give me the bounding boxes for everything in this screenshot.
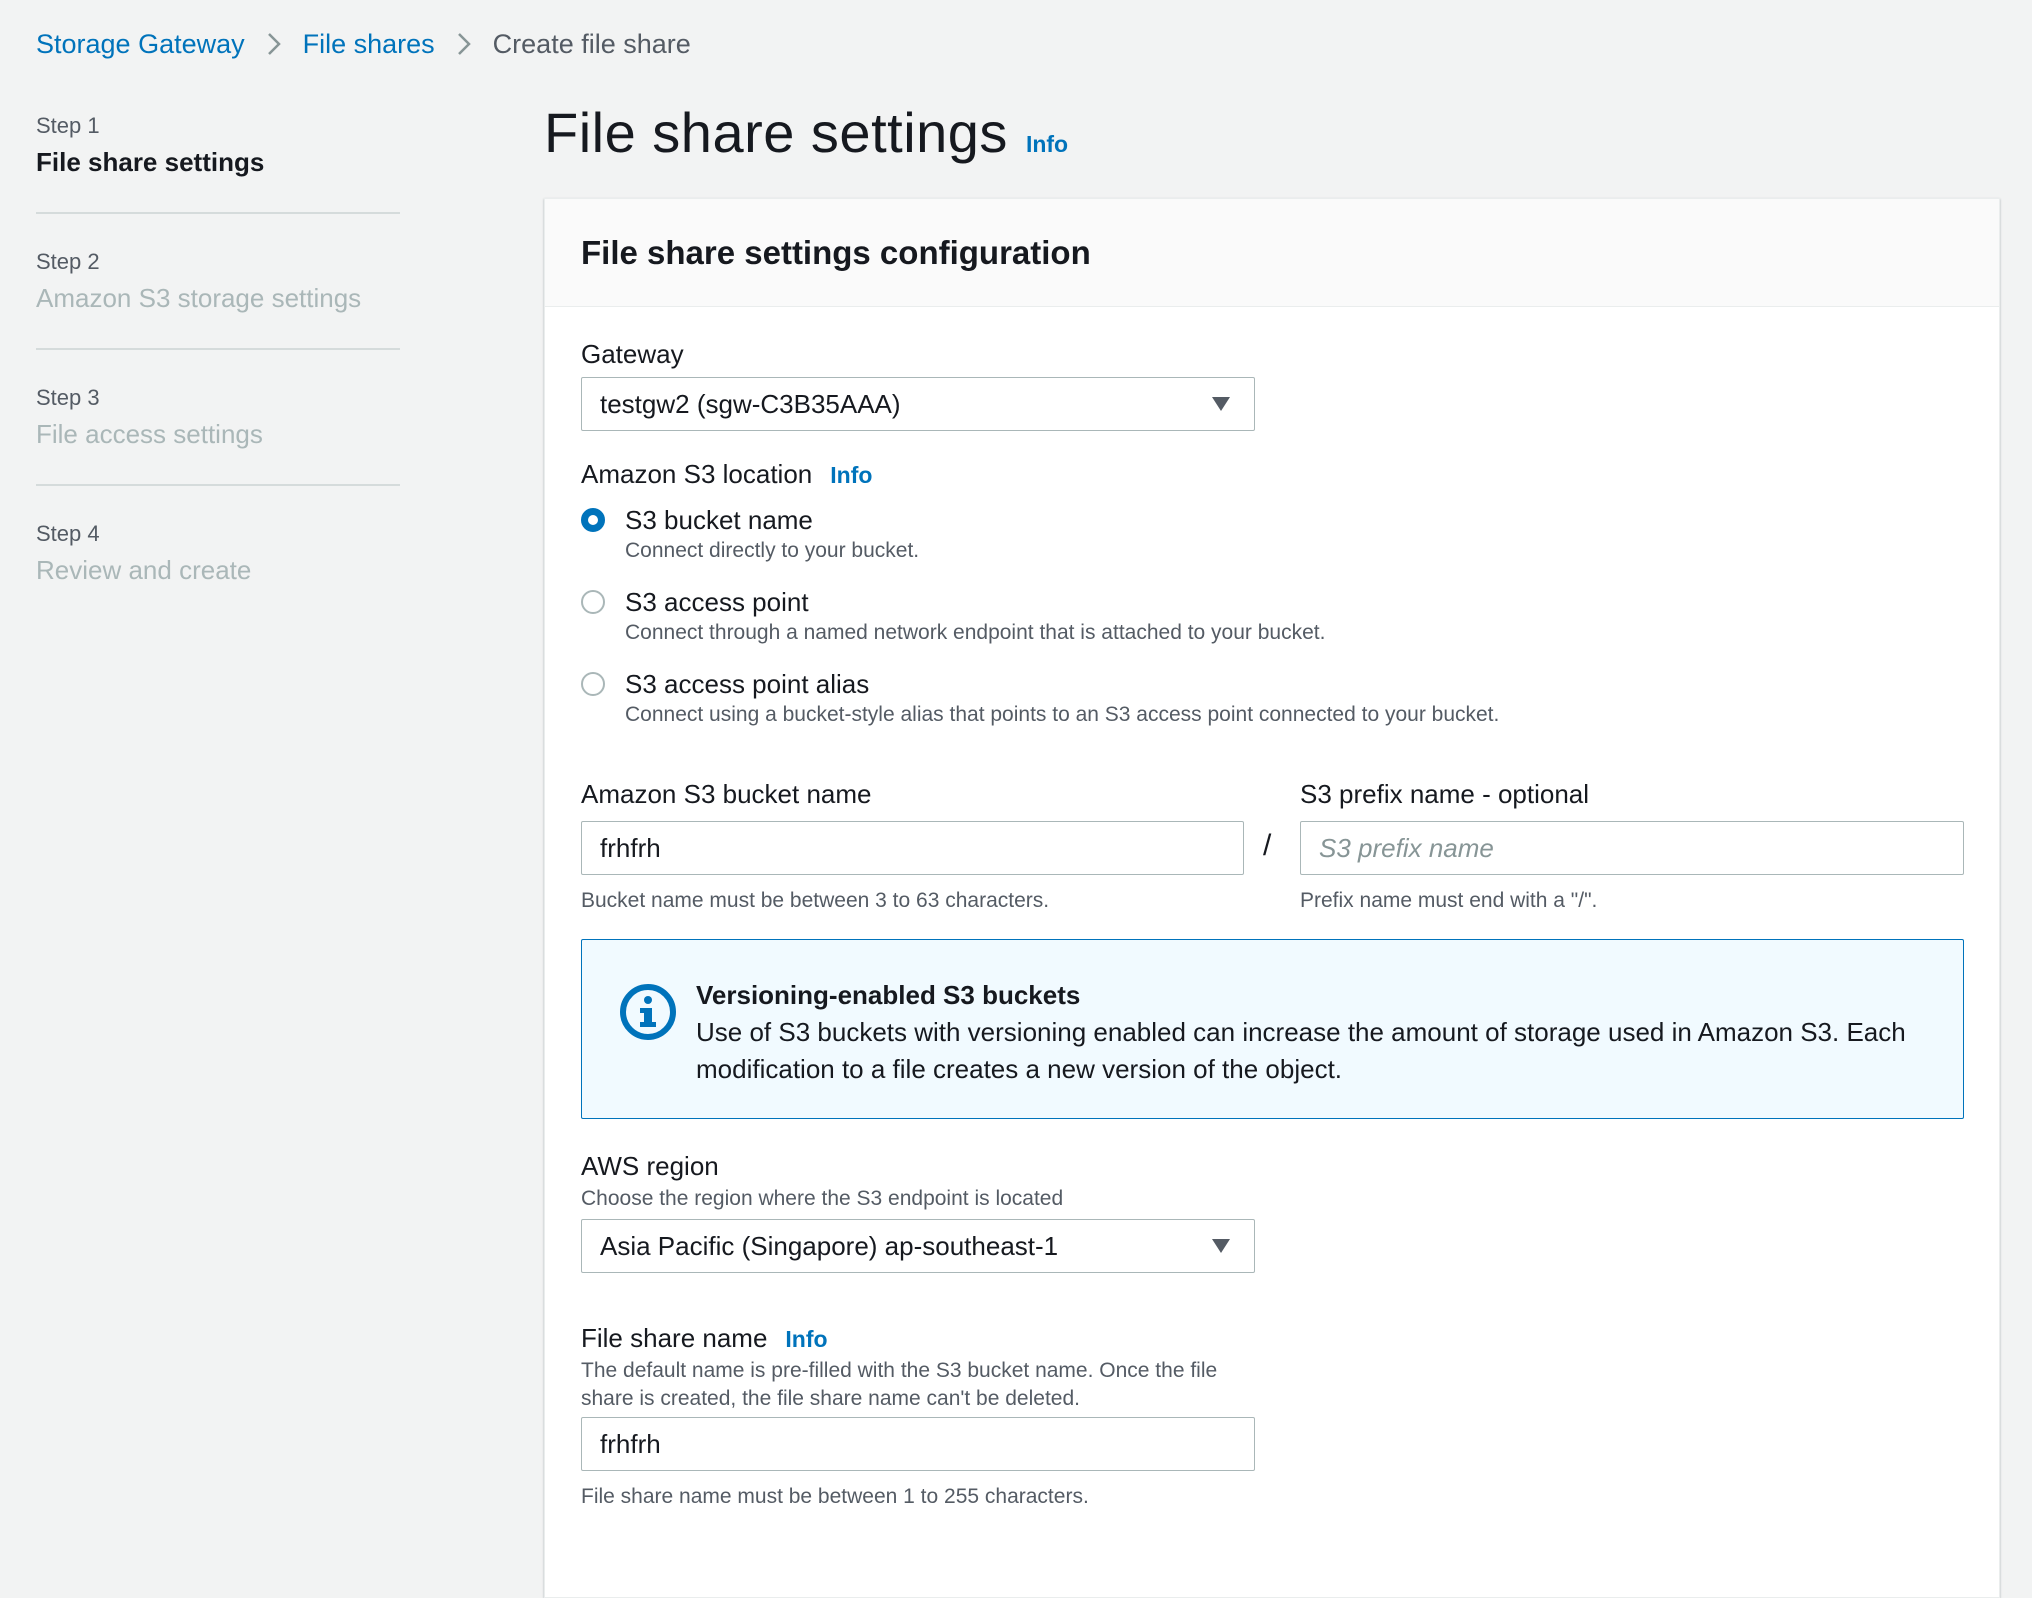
aws-region-select-value: Asia Pacific (Singapore) ap-southeast-1	[600, 1230, 1059, 1261]
settings-panel: File share settings configuration Gatewa…	[544, 198, 2000, 1598]
step-number: Step 3	[36, 385, 100, 410]
step-number: Step 1	[36, 113, 100, 138]
breadcrumb: Storage Gateway File shares Create file …	[36, 24, 691, 64]
prefix-name-label: S3 prefix name - optional	[1300, 779, 1590, 809]
panel-title: File share settings configuration	[581, 233, 1091, 271]
radio-description: Connect through a named network endpoint…	[625, 621, 1326, 644]
path-separator: /	[1263, 829, 1272, 862]
alert-title: Versioning-enabled S3 buckets	[696, 980, 1081, 1010]
s3-location-label: Amazon S3 location	[581, 459, 813, 489]
aws-region-description: Choose the region where the S3 endpoint …	[581, 1187, 1064, 1210]
step-title: Review and create	[36, 555, 252, 585]
step-title: File access settings	[36, 419, 263, 449]
radio-description: Connect directly to your bucket.	[625, 539, 920, 562]
file-share-name-input[interactable]	[581, 1417, 1255, 1471]
prefix-name-input[interactable]	[1300, 821, 1964, 875]
chevron-right-icon	[267, 32, 281, 56]
step-number: Step 2	[36, 249, 100, 274]
page-info-link[interactable]: Info	[1026, 131, 1068, 158]
page-header: File share settings Info	[544, 100, 1068, 165]
radio-s3-bucket-name[interactable]: S3 bucket name Connect directly to your …	[581, 503, 919, 565]
radio-button[interactable]	[581, 508, 605, 532]
s3-location-header: Amazon S3 location Info	[581, 457, 872, 491]
radio-label: S3 access point alias	[625, 669, 870, 699]
radio-label: S3 bucket name	[625, 505, 813, 535]
step-4: Step 4 Review and create	[36, 518, 400, 620]
s3-location-info-link[interactable]: Info	[830, 462, 872, 489]
step-1[interactable]: Step 1 File share settings	[36, 110, 400, 214]
caret-down-icon	[1212, 397, 1230, 411]
page-title: File share settings	[544, 101, 1008, 164]
radio-button[interactable]	[581, 672, 605, 696]
caret-down-icon	[1212, 1239, 1230, 1253]
bucket-name-label: Amazon S3 bucket name	[581, 779, 872, 809]
wizard-steps: Step 1 File share settings Step 2 Amazon…	[36, 110, 400, 652]
radio-button[interactable]	[581, 590, 605, 614]
step-title: Amazon S3 storage settings	[36, 283, 362, 313]
gateway-select-value: testgw2 (sgw-C3B35AAA)	[600, 388, 901, 419]
breadcrumb-file-shares[interactable]: File shares	[303, 29, 435, 60]
info-icon	[620, 984, 676, 1040]
radio-description: Connect using a bucket-style alias that …	[625, 703, 1500, 726]
file-share-name-constraint: File share name must be between 1 to 255…	[581, 1485, 1089, 1508]
bucket-name-input[interactable]	[581, 821, 1244, 875]
alert-text: Use of S3 buckets with versioning enable…	[696, 1017, 1906, 1084]
step-title: File share settings	[36, 147, 265, 177]
step-number: Step 4	[36, 521, 100, 546]
step-3: Step 3 File access settings	[36, 382, 400, 486]
aws-region-label: AWS region	[581, 1151, 719, 1181]
panel-header: File share settings configuration	[545, 199, 1999, 307]
file-share-name-description: The default name is pre-filled with the …	[581, 1359, 1218, 1410]
file-share-name-info-link[interactable]: Info	[785, 1326, 827, 1353]
breadcrumb-storage-gateway[interactable]: Storage Gateway	[36, 29, 245, 60]
bucket-name-constraint: Bucket name must be between 3 to 63 char…	[581, 889, 1050, 912]
radio-s3-access-point-alias[interactable]: S3 access point alias Connect using a bu…	[581, 667, 1499, 729]
gateway-select[interactable]: testgw2 (sgw-C3B35AAA)	[581, 377, 1255, 431]
file-share-name-label: File share name	[581, 1323, 768, 1353]
step-2: Step 2 Amazon S3 storage settings	[36, 246, 400, 350]
radio-s3-access-point[interactable]: S3 access point Connect through a named …	[581, 585, 1325, 647]
chevron-right-icon	[457, 32, 471, 56]
radio-label: S3 access point	[625, 587, 809, 617]
aws-region-select[interactable]: Asia Pacific (Singapore) ap-southeast-1	[581, 1219, 1255, 1273]
prefix-name-constraint: Prefix name must end with a "/".	[1300, 889, 1598, 912]
gateway-label: Gateway	[581, 339, 684, 369]
versioning-info-alert: Versioning-enabled S3 buckets Use of S3 …	[581, 939, 1964, 1119]
file-share-name-header: File share name Info	[581, 1321, 828, 1355]
breadcrumb-current: Create file share	[492, 28, 691, 59]
